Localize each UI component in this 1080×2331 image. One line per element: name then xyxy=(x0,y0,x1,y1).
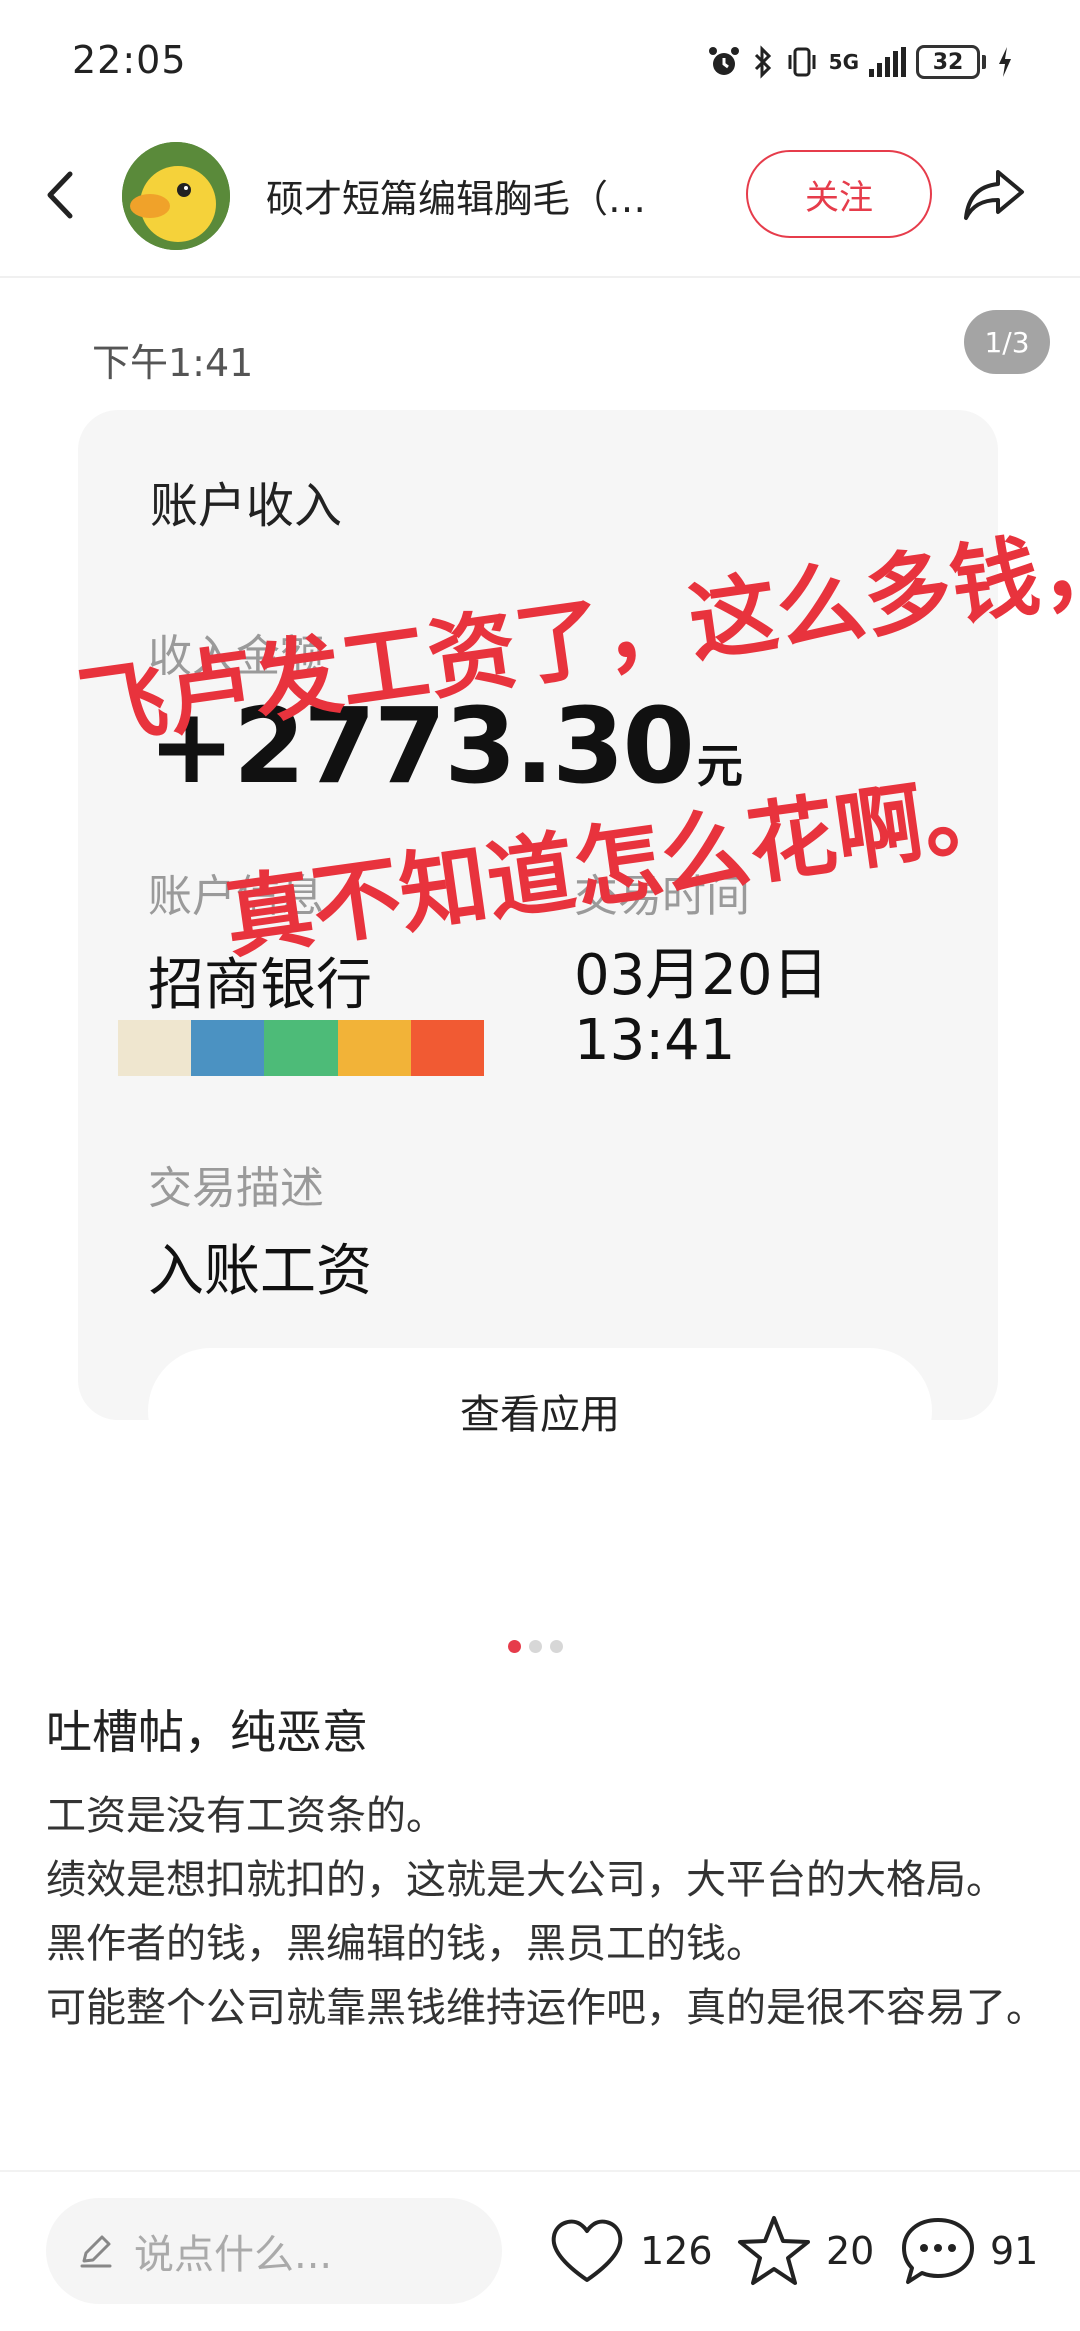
card-title: 账户收入 xyxy=(150,478,343,534)
favorite-button[interactable]: 20 xyxy=(736,2206,874,2296)
pencil-icon xyxy=(80,2235,112,2268)
bluetooth-icon xyxy=(754,45,771,79)
comment-input[interactable]: 说点什么... xyxy=(46,2198,502,2304)
strip-block xyxy=(191,1020,265,1076)
favorite-count: 20 xyxy=(826,2229,875,2273)
strip-block xyxy=(337,1020,411,1076)
share-button[interactable] xyxy=(958,160,1030,228)
carousel-dots[interactable] xyxy=(508,1640,563,1653)
image-timestamp: 下午1:41 xyxy=(92,341,254,385)
comment-button[interactable]: 91 xyxy=(900,2206,1038,2296)
post-body-line: 绩效是想扣就扣的，这就是大公司，大平台的大格局。 xyxy=(46,1857,1006,1903)
network-type: 5G xyxy=(828,50,859,74)
redacted-account-strip xyxy=(118,1020,485,1076)
comment-count: 91 xyxy=(990,2229,1039,2273)
carousel-dot[interactable] xyxy=(529,1640,542,1653)
vibrate-icon xyxy=(788,47,816,77)
description-value: 入账工资 xyxy=(148,1239,372,1304)
author-name[interactable]: 硕才短篇编辑胸毛（… xyxy=(266,168,706,223)
star-icon xyxy=(738,2216,810,2285)
avatar[interactable] xyxy=(122,142,230,250)
share-icon xyxy=(964,170,1024,220)
back-arrow-icon xyxy=(47,171,73,219)
transaction-date: 03月20日 xyxy=(574,943,829,1008)
image-page-indicator: 1/3 xyxy=(964,310,1050,374)
heart-icon xyxy=(551,2219,623,2282)
carousel-dot[interactable] xyxy=(508,1640,521,1653)
battery-icon: 32 xyxy=(916,45,986,79)
follow-button[interactable]: 关注 xyxy=(746,150,932,238)
bottom-divider xyxy=(0,2170,1080,2172)
header-divider xyxy=(0,276,1080,278)
strip-block xyxy=(118,1020,192,1076)
post-body-line: 可能整个公司就靠黑钱维持运作吧，真的是很不容易了。 xyxy=(46,1985,1046,2031)
battery-level: 32 xyxy=(932,49,964,75)
charging-icon xyxy=(999,47,1011,77)
carousel-dot[interactable] xyxy=(550,1640,563,1653)
post-body-line: 黑作者的钱，黑编辑的钱，黑员工的钱。 xyxy=(46,1921,766,1967)
post-image[interactable]: 下午1:41 1/3 账户收入 收入金额 +2773.30元 账户信息 招商银行… xyxy=(0,280,1080,1600)
description-label: 交易描述 xyxy=(148,1163,324,1214)
transaction-time: 13:41 xyxy=(574,1008,736,1073)
like-count: 126 xyxy=(640,2229,713,2273)
post-title: 吐槽帖，纯恶意 xyxy=(46,1705,368,1759)
signal-icon xyxy=(869,47,906,77)
alarm-icon xyxy=(708,47,739,75)
back-button[interactable] xyxy=(34,160,90,230)
duck-avatar-icon xyxy=(122,142,230,250)
strip-block xyxy=(410,1020,485,1076)
post-body-line: 工资是没有工资条的。 xyxy=(46,1793,446,1839)
strip-block xyxy=(264,1020,338,1076)
status-icons: 5G 32 xyxy=(707,40,1014,84)
status-time: 22:05 xyxy=(72,38,187,82)
post-body: 工资是没有工资条的。 绩效是想扣就扣的，这就是大公司，大平台的大格局。 黑作者的… xyxy=(46,1784,1046,2040)
like-button[interactable]: 126 xyxy=(548,2206,713,2296)
comment-placeholder: 说点什么... xyxy=(134,2232,333,2278)
view-app-button: 查看应用 xyxy=(148,1348,932,1474)
comment-bubble-icon xyxy=(902,2218,974,2284)
